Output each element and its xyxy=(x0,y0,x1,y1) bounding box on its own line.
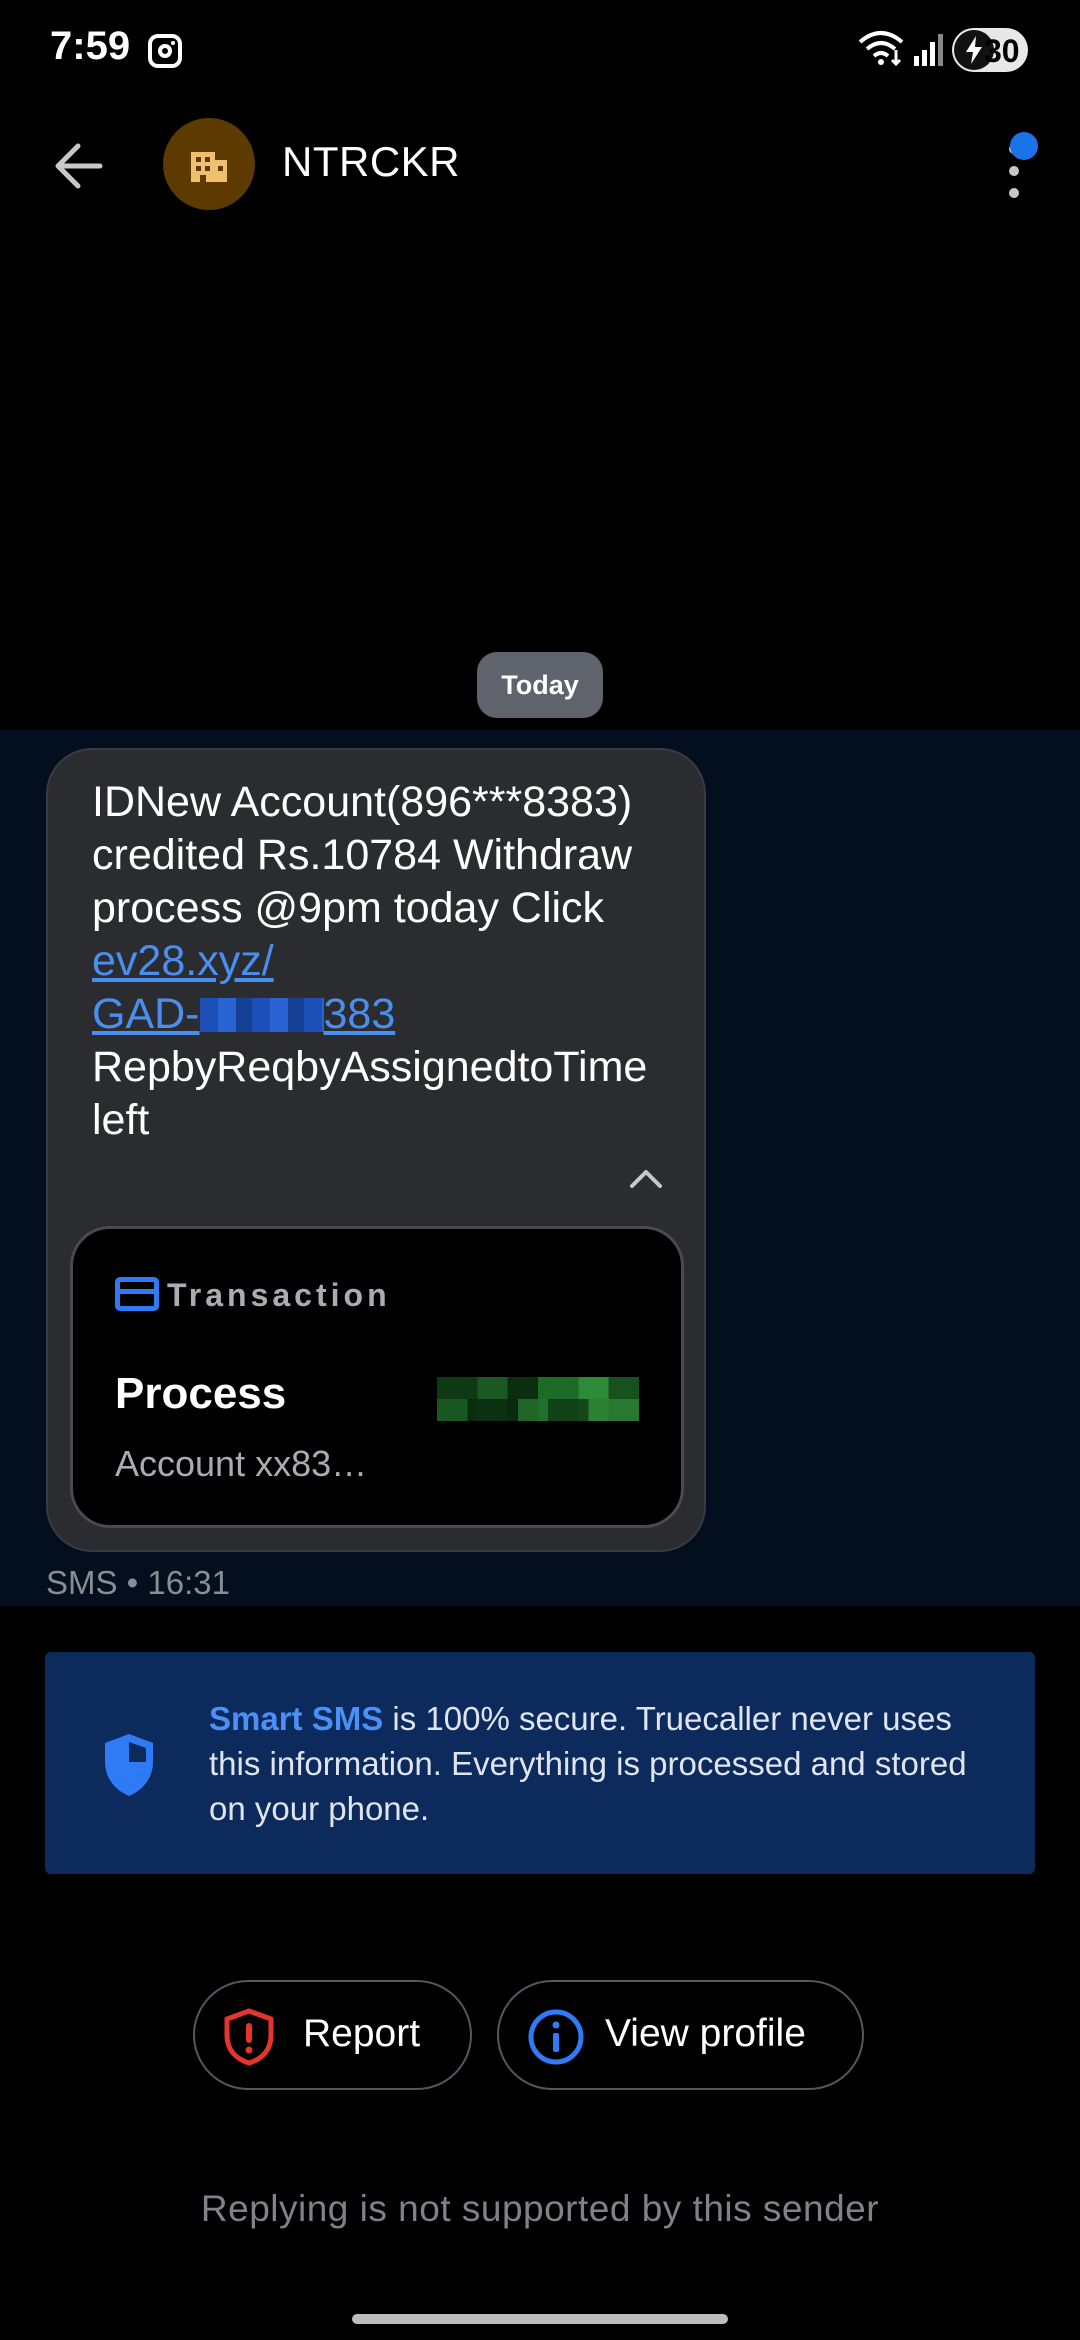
message-body-end: RepbyReqbyAssignedtoTimeleft xyxy=(92,1043,648,1144)
transaction-label: Transaction xyxy=(167,1277,391,1313)
smart-sms-text: Smart SMS is 100% secure. Truecaller nev… xyxy=(209,1696,1009,1831)
view-profile-label: View profile xyxy=(605,2012,806,2055)
date-chip: Today xyxy=(477,652,603,718)
smart-sms-banner: Smart SMS is 100% secure. Truecaller nev… xyxy=(45,1652,1035,1874)
home-indicator[interactable] xyxy=(352,2314,728,2324)
conversation-header: NTRCKR xyxy=(0,110,1080,220)
transaction-card[interactable]: Transaction Process Account xx83… xyxy=(70,1226,684,1528)
avatar[interactable] xyxy=(163,118,255,210)
message-link[interactable]: ev28.xyz/GAD- 383 xyxy=(92,937,395,1038)
transaction-title: Process xyxy=(115,1369,287,1418)
building-icon xyxy=(191,152,227,182)
chevron-up-icon[interactable] xyxy=(628,1166,664,1190)
info-icon xyxy=(528,2009,584,2065)
message-meta: SMS • 16:31 xyxy=(46,1564,230,1601)
report-button-label: Report xyxy=(303,2012,421,2055)
status-time: 7:59 xyxy=(50,24,131,68)
battery-charging-icon: 30 xyxy=(952,28,1028,72)
report-button[interactable]: Report xyxy=(193,1980,472,2090)
shield-icon xyxy=(105,1734,153,1796)
wifi-icon xyxy=(858,31,904,67)
battery-level: 30 xyxy=(984,33,1020,69)
status-bar: 7:59 30 xyxy=(0,0,1080,100)
transaction-subtitle: Account xx83… xyxy=(115,1443,368,1484)
credit-card-icon xyxy=(115,1277,159,1311)
instagram-icon xyxy=(148,34,182,68)
reply-not-supported-note: Replying is not supported by this sender xyxy=(200,2188,880,2229)
redacted-amount xyxy=(437,1377,639,1421)
report-shield-icon xyxy=(224,2008,274,2066)
smart-sms-highlight: Smart SMS xyxy=(209,1700,384,1737)
redacted-block xyxy=(199,998,324,1032)
sender-name[interactable]: NTRCKR xyxy=(282,138,460,186)
message-body-start: IDNew Account(896***8383) credited Rs.10… xyxy=(92,778,633,932)
signal-icon xyxy=(914,34,943,66)
arrow-left-icon[interactable] xyxy=(52,142,104,190)
view-profile-button[interactable]: View profile xyxy=(497,1980,864,2090)
message-text: IDNew Account(896***8383) credited Rs.10… xyxy=(92,776,652,1147)
notification-dot xyxy=(1010,132,1038,160)
